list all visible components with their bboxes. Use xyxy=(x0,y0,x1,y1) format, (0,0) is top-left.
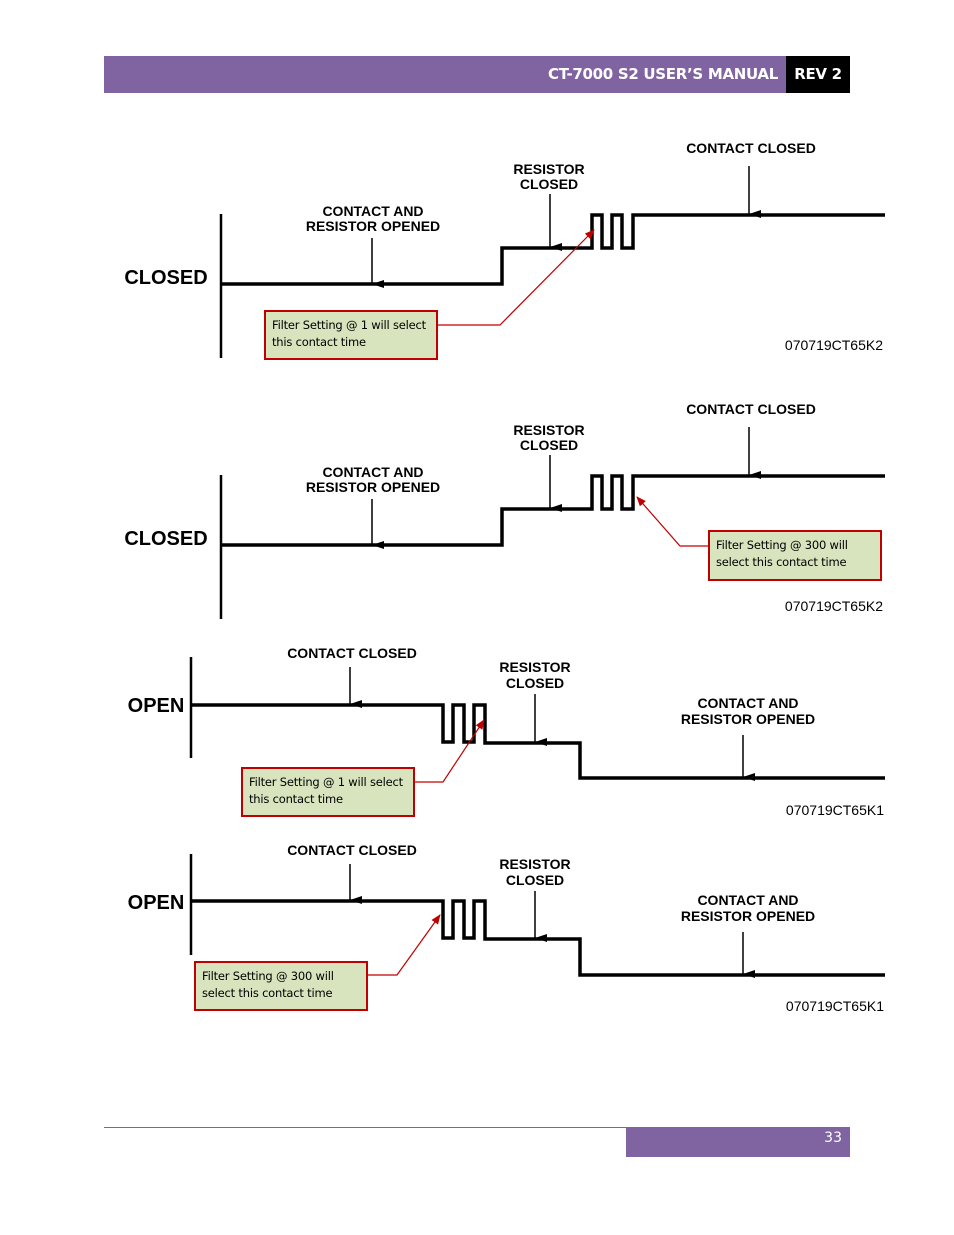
label-contact-closed: CONTACT CLOSED xyxy=(686,401,816,417)
filter-setting-callout: Filter Setting @ 300 will select this co… xyxy=(194,961,368,1011)
label-contact-closed: CONTACT CLOSED xyxy=(287,645,417,661)
label-resistor-closed-line1: RESISTOR xyxy=(513,161,584,177)
filter-setting-callout: Filter Setting @ 300 will select this co… xyxy=(708,530,882,581)
callout-leader-arrow xyxy=(367,914,441,976)
callout-line2: this contact time xyxy=(249,792,343,806)
state-label: OPEN xyxy=(128,892,185,914)
label-contact-and-resistor-opened-line2: RESISTOR OPENED xyxy=(306,218,440,234)
label-resistor-closed-line1: RESISTOR xyxy=(499,856,570,872)
figure-id: 070719CT65K2 xyxy=(785,337,883,353)
label-contact-closed: CONTACT CLOSED xyxy=(686,140,816,156)
timing-diagrams: CLOSED CONTACT AND RESISTOR OPENED RESIS… xyxy=(124,140,885,1014)
footer-bar: 33 xyxy=(626,1128,850,1157)
label-contact-closed: CONTACT CLOSED xyxy=(287,842,417,858)
label-resistor-closed-line2: CLOSED xyxy=(506,675,564,691)
state-label: OPEN xyxy=(128,695,185,717)
state-label: CLOSED xyxy=(124,528,207,550)
callout-line1: Filter Setting @ 300 will xyxy=(716,538,848,552)
callout-leader-arrow xyxy=(636,496,709,547)
figure-id: 070719CT65K1 xyxy=(786,998,884,1014)
callout-line1: Filter Setting @ 1 will select xyxy=(249,775,403,789)
label-contact-and-resistor-opened-line2: RESISTOR OPENED xyxy=(306,479,440,495)
callout-line2: this contact time xyxy=(272,335,366,349)
label-resistor-closed-line2: CLOSED xyxy=(506,872,564,888)
callout-line2: select this contact time xyxy=(202,986,333,1000)
label-resistor-closed-line1: RESISTOR xyxy=(513,422,584,438)
label-contact-and-resistor-opened-line1: CONTACT AND xyxy=(322,203,423,219)
label-contact-and-resistor-opened-line1: CONTACT AND xyxy=(697,695,798,711)
label-contact-and-resistor-opened-line2: RESISTOR OPENED xyxy=(681,908,815,924)
label-contact-and-resistor-opened-line1: CONTACT AND xyxy=(697,892,798,908)
callout-leader-arrow xyxy=(437,229,595,326)
label-resistor-closed-line2: CLOSED xyxy=(520,437,578,453)
label-resistor-closed-line1: RESISTOR xyxy=(499,659,570,675)
diagram-1: CLOSED CONTACT AND RESISTOR OPENED RESIS… xyxy=(124,140,885,358)
page-number: 33 xyxy=(824,1130,842,1146)
label-resistor-closed-line2: CLOSED xyxy=(520,176,578,192)
label-contact-and-resistor-opened-line2: RESISTOR OPENED xyxy=(681,711,815,727)
callout-line2: select this contact time xyxy=(716,555,847,569)
figure-id: 070719CT65K2 xyxy=(785,598,883,614)
callout-line1: Filter Setting @ 1 will select xyxy=(272,318,426,332)
state-label: CLOSED xyxy=(124,267,207,289)
label-contact-and-resistor-opened-line1: CONTACT AND xyxy=(322,464,423,480)
diagram-2: CLOSED CONTACT AND RESISTOR OPENED RESIS… xyxy=(124,401,885,619)
figure-id: 070719CT65K1 xyxy=(786,802,884,818)
filter-setting-callout: Filter Setting @ 1 will select this cont… xyxy=(241,767,415,817)
callout-line1: Filter Setting @ 300 will xyxy=(202,969,334,983)
filter-setting-callout: Filter Setting @ 1 will select this cont… xyxy=(264,310,438,360)
